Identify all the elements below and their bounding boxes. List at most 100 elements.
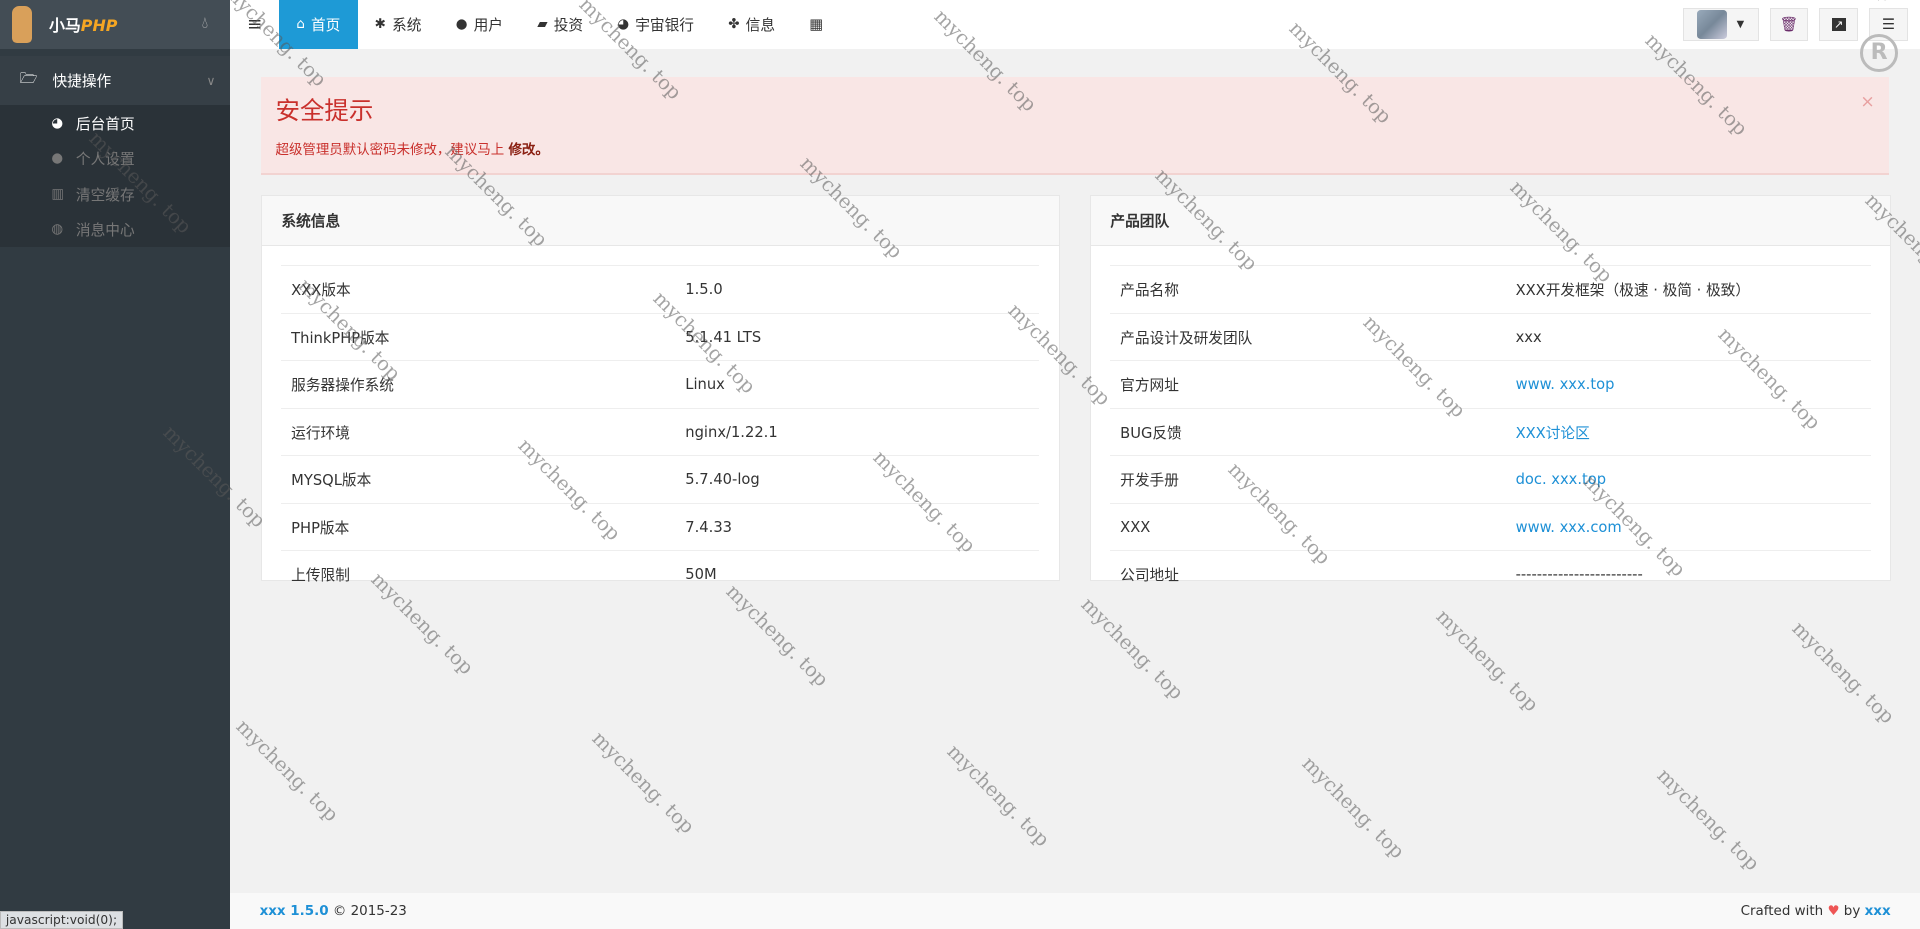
- sidebar-item[interactable]: ◍ 消息中心: [0, 212, 230, 248]
- tab-label: 系统: [392, 16, 422, 34]
- menu-group-quick[interactable]: 🗁 快捷操作 ∨: [0, 56, 231, 106]
- info-value: 7.4.33: [685, 518, 733, 536]
- info-value: 50M: [685, 566, 717, 584]
- sidebar-item-label: 后台首页: [75, 115, 135, 133]
- watermark: mycheng. top: [587, 727, 699, 839]
- tab[interactable]: ● 用户: [439, 0, 521, 49]
- table-row: 官方网址 www. xxx.top: [1110, 360, 1871, 409]
- info-label: 产品设计及研发团队: [1110, 312, 1506, 361]
- watermark: mycheng. top: [1431, 604, 1544, 717]
- sidebar-item-label: 消息中心: [75, 222, 135, 240]
- caret-down-icon: ▼: [1736, 18, 1745, 30]
- info-label: MYSQL版本: [281, 455, 676, 504]
- crafted-text: Crafted with: [1740, 903, 1828, 919]
- footer: xxx 1.5.0 © 2015-23 Crafted with ♥ by xx…: [230, 892, 1920, 929]
- tab-icon: ▰: [537, 16, 548, 32]
- info-label: 运行环境: [281, 407, 676, 456]
- open-site-button[interactable]: ↗: [1819, 7, 1859, 42]
- table-row: ThinkPHP版本 5.1.41 LTS: [281, 312, 1040, 361]
- sidebar-item-label: 个人设置: [75, 151, 135, 169]
- tab-icon: ✤: [728, 16, 740, 32]
- dashboard-icon: ◕: [51, 115, 64, 131]
- tab-icon: ✱: [374, 16, 386, 32]
- watermark: mycheng. top: [231, 714, 344, 827]
- watermark: mycheng. top: [1652, 763, 1764, 876]
- sidebar-item[interactable]: ◕ 后台首页: [0, 105, 230, 141]
- panel-title: 产品团队: [1090, 195, 1891, 246]
- copyright: © 2015-23: [328, 903, 407, 919]
- table-row: XXX www. xxx.com: [1110, 502, 1871, 551]
- table-row: MYSQL版本 5.7.40-log: [281, 455, 1040, 504]
- tab-icon: ⌂: [296, 16, 305, 32]
- tab[interactable]: ⌂ 首页: [279, 0, 358, 49]
- info-label: BUG反馈: [1110, 407, 1506, 456]
- version-link[interactable]: xxx 1.5.0: [260, 904, 329, 919]
- tab-label: 首页: [310, 16, 341, 34]
- app-root: 小马PHP 💧︎ 🗁 快捷操作 ∨ ◕ 后台首页 ● 个人设置 ▥ 清空缓存 ◍ 消息中心 ≡…: [0, 0, 1920, 929]
- tab-icon: ◕: [617, 16, 630, 32]
- chevron-down-icon: ∨: [206, 73, 216, 88]
- tab-label: 信息: [745, 16, 776, 34]
- info-label: PHP版本: [281, 502, 676, 551]
- status-bar-url: javascript:void(0);: [0, 910, 123, 929]
- watermark: mycheng. top: [1076, 592, 1189, 704]
- info-value: nginx/1.22.1: [685, 423, 778, 441]
- info-link[interactable]: doc. xxx.top: [1516, 471, 1607, 488]
- menu-toggle-icon[interactable]: ≡: [230, 14, 279, 35]
- table-row: 服务器操作系统 Linux: [281, 360, 1040, 409]
- info-link[interactable]: www. xxx.top: [1516, 376, 1615, 393]
- comments-icon: ◍: [51, 222, 64, 238]
- table-row: 产品名称 XXX开发框架（极速 · 极简 · 极致）: [1110, 265, 1871, 314]
- table-row: 运行环境 nginx/1.22.1: [281, 407, 1040, 456]
- info-label: XXX版本: [281, 265, 676, 314]
- external-link-icon: ↗: [1831, 17, 1846, 31]
- system-info-panel: 系统信息 XXX版本 1.5.0 ThinkPHP版本 5.1.41 LTS 服务器操作…: [260, 194, 1060, 598]
- tab-label: 宇宙银行: [635, 16, 694, 34]
- sidebar-item-label: 清空缓存: [75, 186, 135, 204]
- info-link[interactable]: www. xxx.com: [1516, 519, 1622, 536]
- tab[interactable]: ◕ 宇宙银行: [600, 0, 711, 49]
- info-link[interactable]: XXX讨论区: [1516, 425, 1590, 442]
- panel-title: 系统信息: [261, 195, 1059, 246]
- tab-label: 投资: [553, 16, 584, 34]
- user-avatar-dropdown[interactable]: ▼: [1683, 7, 1759, 42]
- by-text: by: [1839, 903, 1865, 919]
- info-value: XXX开发框架（极速 · 极简 · 极致）: [1515, 281, 1751, 299]
- heart-icon: ♥: [1827, 903, 1840, 919]
- alert-title: 安全提示: [275, 95, 374, 125]
- table-row: 产品设计及研发团队 xxx: [1110, 312, 1871, 361]
- horse-logo-icon: [12, 6, 32, 43]
- table-row: BUG反馈 XXX讨论区: [1110, 407, 1871, 456]
- info-label: 服务器操作系统: [281, 360, 676, 409]
- info-value: 5.1.41 LTS: [685, 328, 762, 346]
- alert-message: 超级管理员默认密码未修改，建议马上 修改。: [275, 143, 549, 159]
- info-value: xxx: [1515, 328, 1542, 346]
- change-password-link[interactable]: 修改。: [508, 143, 548, 158]
- info-label: 开发手册: [1110, 455, 1506, 504]
- user-icon: ●: [51, 151, 64, 167]
- sidebar: 小马PHP 💧︎ 🗁 快捷操作 ∨ ◕ 后台首页 ● 个人设置 ▥ 清空缓存 ◍ 消息中心: [0, 0, 231, 929]
- grid-icon[interactable]: ▦: [792, 0, 840, 49]
- tab[interactable]: ✤ 信息: [711, 0, 792, 49]
- info-label: 上传限制: [281, 550, 676, 598]
- info-label: 官方网址: [1110, 360, 1506, 409]
- info-value: 5.7.40-log: [685, 471, 760, 489]
- table-row: 公司地址 ------------------------: [1110, 550, 1871, 598]
- info-label: 公司地址: [1110, 550, 1506, 598]
- tab[interactable]: ▰ 投资: [520, 0, 600, 49]
- theme-drop-icon[interactable]: 💧︎: [202, 13, 208, 33]
- table-row: XXX版本 1.5.0: [281, 265, 1040, 314]
- info-value: ------------------------: [1515, 566, 1643, 584]
- info-value: 1.5.0: [685, 280, 723, 298]
- folder-open-icon: 🗁: [19, 70, 38, 88]
- tab[interactable]: ✱ 系统: [358, 0, 439, 49]
- logo[interactable]: 小马PHP 💧︎: [0, 0, 231, 49]
- security-alert: 安全提示 超级管理员默认密码未修改，建议马上 修改。 ×: [260, 77, 1890, 175]
- sidebar-item[interactable]: ● 个人设置: [0, 141, 230, 177]
- clear-cache-button[interactable]: 🗑︎: [1769, 7, 1809, 42]
- author-link[interactable]: xxx: [1865, 904, 1891, 919]
- tab-icon: ●: [455, 16, 468, 32]
- watermark: mycheng. top: [1297, 751, 1409, 864]
- sidebar-item[interactable]: ▥ 清空缓存: [0, 176, 230, 212]
- close-icon[interactable]: ×: [1860, 92, 1874, 112]
